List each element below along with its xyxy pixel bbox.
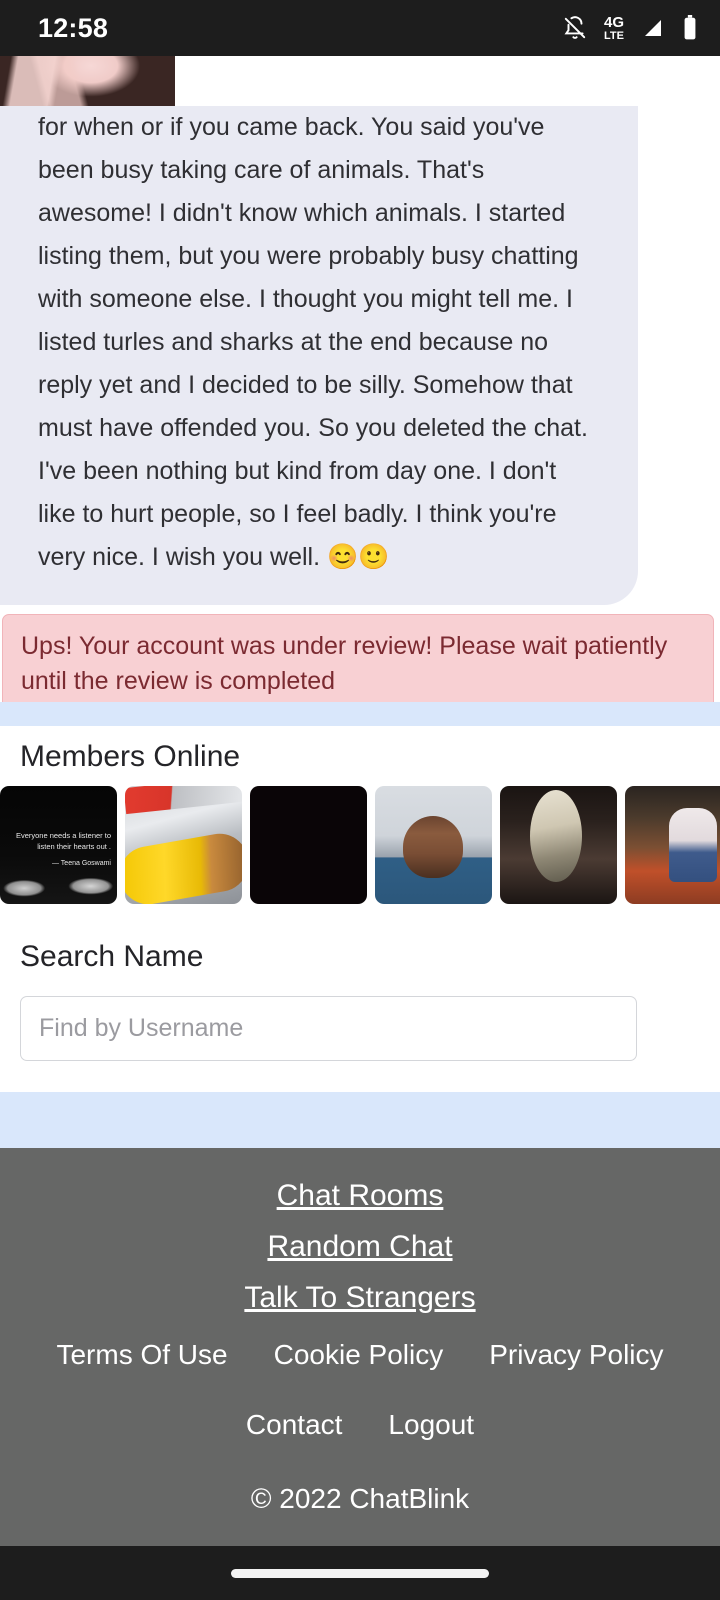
home-gesture-pill[interactable] [231,1568,489,1578]
account-review-alert: Ups! Your account was under review! Plea… [2,614,714,716]
network-type-label: 4G [603,13,624,31]
members-online-card: Members Online Everyone needs a listener… [0,726,720,912]
member-thumb-caption: Everyone needs a listener to listen thei… [6,830,111,869]
app-screen: 12:58 4G LTE for when or if you came bac… [0,0,720,1600]
members-online-title: Members Online [20,740,241,773]
android-navigation-bar [0,1546,720,1600]
footer-secondary-links: Terms Of Use Cookie Policy Privacy Polic… [0,1339,720,1371]
member-thumb-seated-man[interactable] [625,786,720,904]
bell-muted-icon [562,15,588,41]
footer-link-talk-to-strangers[interactable]: Talk To Strangers [0,1281,720,1315]
member-thumb-attribution: — Teena Goswami [51,860,111,867]
chat-message-text: for when or if you came back. You said y… [38,113,588,571]
footer-tertiary-links: Contact Logout [0,1409,720,1441]
4g-lte-icon: 4G LTE [604,15,624,42]
status-bar: 12:58 4G LTE [0,0,720,56]
site-footer: Chat Rooms Random Chat Talk To Strangers… [0,1148,720,1546]
member-thumb-smiling-man[interactable] [375,786,492,904]
footer-link-logout[interactable]: Logout [388,1409,474,1441]
section-divider-bottom [0,1092,720,1148]
status-icon-group: 4G LTE [562,15,698,42]
footer-copyright: © 2022 ChatBlink [250,1483,470,1514]
member-thumb-caption-text: Everyone needs a listener to listen thei… [15,831,111,851]
footer-primary-links: Chat Rooms Random Chat Talk To Strangers [0,1148,720,1315]
footer-link-random-chat[interactable]: Random Chat [0,1230,720,1264]
page-scroll-container[interactable]: for when or if you came back. You said y… [0,56,720,1546]
footer-link-chat-rooms[interactable]: Chat Rooms [0,1179,720,1213]
battery-icon [682,15,698,41]
search-name-title: Search Name [20,940,204,973]
members-thumbnail-row[interactable]: Everyone needs a listener to listen thei… [0,786,720,912]
footer-link-contact[interactable]: Contact [246,1409,343,1441]
section-divider-top [0,702,720,726]
member-thumb-quote[interactable]: Everyone needs a listener to listen thei… [0,786,117,904]
alert-text: Ups! Your account was under review! Plea… [21,632,668,695]
member-thumb-fish[interactable] [500,786,617,904]
footer-link-terms-of-use[interactable]: Terms Of Use [56,1339,227,1371]
network-sub-label: LTE [604,29,624,42]
member-thumb-corn[interactable] [125,786,242,904]
footer-link-privacy-policy[interactable]: Privacy Policy [489,1339,663,1371]
chat-message-container: for when or if you came back. You said y… [0,106,720,605]
search-name-card: Search Name [0,922,720,1092]
search-input[interactable] [20,996,637,1061]
chat-message-bubble[interactable]: for when or if you came back. You said y… [0,106,638,605]
status-time: 12:58 [38,12,109,43]
signal-icon [640,16,666,40]
member-thumb-dark[interactable] [250,786,367,904]
footer-link-cookie-policy[interactable]: Cookie Policy [274,1339,444,1371]
